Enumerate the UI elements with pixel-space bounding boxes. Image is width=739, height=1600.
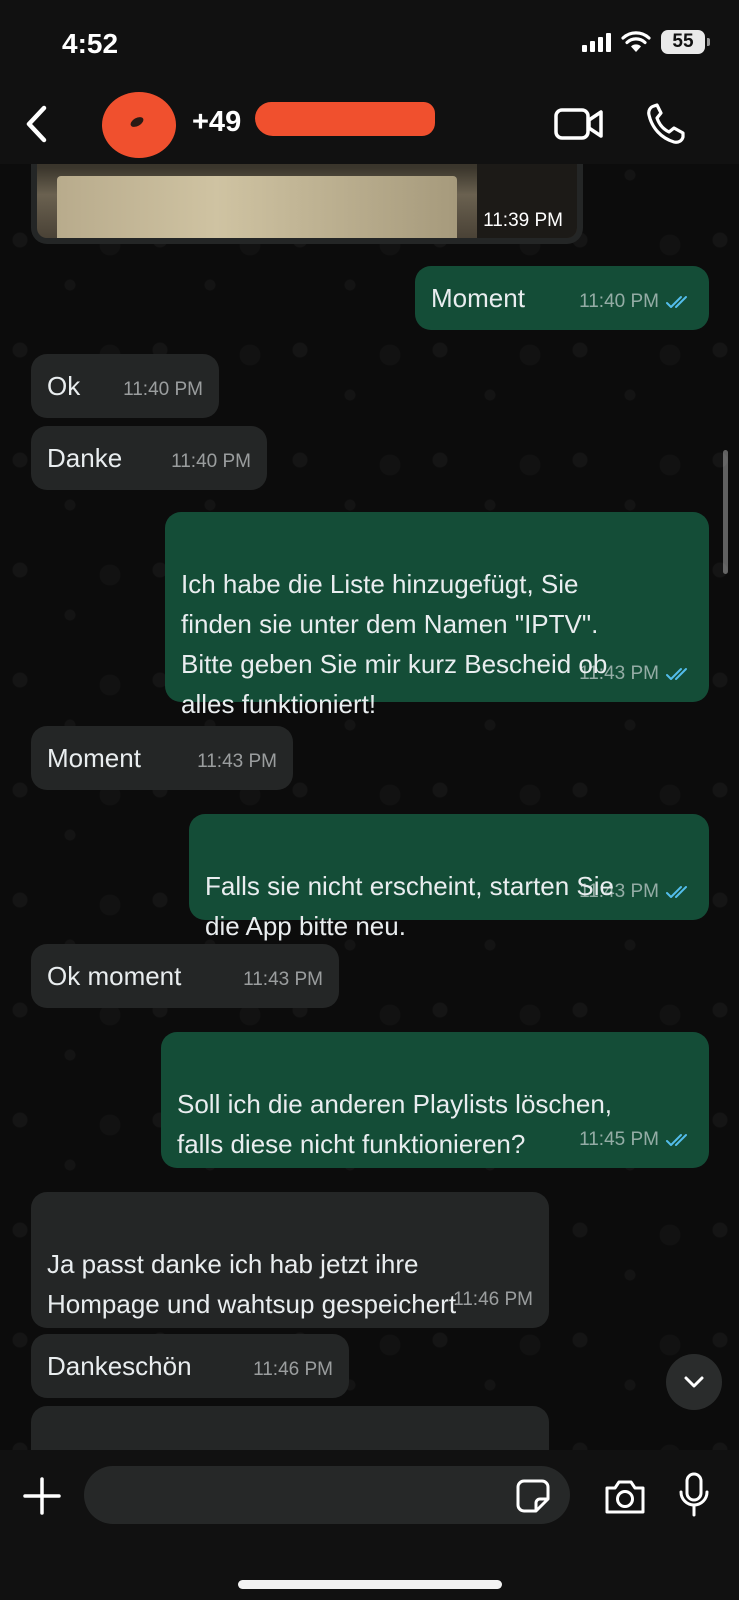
voice-call-button[interactable] (645, 102, 685, 146)
wifi-icon (621, 31, 651, 52)
message-time: 11:46 PM (453, 1289, 533, 1310)
message-bubble-outgoing[interactable]: Ich habe die Liste hinzugefügt, Sie find… (165, 512, 709, 719)
message-bubble-outgoing[interactable]: Soll ich die anderen Playlists löschen, … (161, 1032, 709, 1168)
contact-avatar[interactable] (102, 92, 176, 158)
message-text: Soll ich die anderen Playlists löschen, … (177, 1089, 613, 1159)
home-indicator[interactable] (238, 1580, 502, 1589)
message-time: 11:43 PM (579, 881, 659, 902)
message-text: Ok (47, 371, 81, 401)
double-check-icon (666, 1134, 687, 1146)
scroll-to-bottom-button[interactable] (666, 1354, 722, 1410)
message-bubble-incoming[interactable]: Ok moment 11:43 PM (31, 944, 339, 1008)
contact-name[interactable]: +49 (192, 106, 241, 139)
message-text: Moment (431, 283, 525, 313)
message-bubble-incoming[interactable]: Ja passt danke ich hab jetzt ihre Hompag… (31, 1192, 549, 1328)
message-time: 11:40 PM (123, 379, 203, 400)
redaction-mark (255, 102, 435, 136)
cellular-signal-icon (582, 32, 611, 52)
message-text: Ok moment (47, 961, 182, 991)
attach-plus-button[interactable] (22, 1476, 62, 1516)
message-time: 11:46 PM (253, 1359, 333, 1380)
message-bubble-incoming-partial[interactable] (31, 1406, 549, 1450)
scrollbar[interactable] (723, 450, 728, 574)
battery-level: 55 (672, 31, 694, 52)
sticker-button[interactable] (516, 1479, 550, 1513)
message-bubble-incoming[interactable]: Dankeschön 11:46 PM (31, 1334, 349, 1398)
message-bubble-outgoing[interactable]: Falls sie nicht erscheint, starten Sie d… (189, 814, 709, 941)
double-check-icon (666, 886, 687, 898)
message-bubble-incoming[interactable]: Moment 11:43 PM (31, 726, 293, 790)
battery-icon: 55 (661, 30, 710, 54)
message-text: Ich habe die Liste hinzugefügt, Sie find… (181, 569, 608, 719)
message-time: 11:43 PM (243, 969, 323, 990)
message-time: 11:43 PM (579, 663, 659, 684)
status-time: 4:52 (62, 28, 119, 59)
double-check-icon (666, 668, 687, 680)
message-time: 11:40 PM (171, 451, 251, 472)
message-list[interactable]: 11:39 PM Moment 11:40 PM Ok 11:40 PM Dan… (0, 164, 739, 1450)
message-text: Moment (47, 743, 141, 773)
chat-header: +49 (0, 88, 739, 164)
message-time: 11:45 PM (579, 1129, 659, 1150)
composer-bar (0, 1450, 739, 1600)
message-text: Falls sie nicht erscheint, starten Sie d… (205, 871, 614, 941)
status-icons: 55 (582, 30, 710, 54)
message-text: Dankeschön (47, 1351, 192, 1381)
chevron-down-icon (684, 1376, 704, 1388)
message-bubble-incoming[interactable]: Danke 11:40 PM (31, 426, 267, 490)
message-time: 11:40 PM (579, 291, 659, 312)
image-message[interactable]: 11:39 PM (31, 164, 583, 244)
camera-button[interactable] (603, 1476, 647, 1516)
message-text: Danke (47, 443, 123, 473)
double-check-icon (666, 296, 687, 308)
message-time: 11:39 PM (483, 210, 563, 231)
microphone-button[interactable] (678, 1472, 710, 1518)
back-button[interactable] (18, 102, 58, 146)
message-time: 11:43 PM (197, 751, 277, 772)
status-bar: 4:52 55 (0, 0, 739, 88)
message-bubble-outgoing[interactable]: Moment 11:40 PM (415, 266, 709, 330)
message-text: Ja passt danke ich hab jetzt ihre Hompag… (47, 1249, 457, 1319)
message-bubble-incoming[interactable]: Ok 11:40 PM (31, 354, 219, 418)
video-call-button[interactable] (554, 106, 604, 142)
message-input[interactable] (84, 1466, 570, 1524)
